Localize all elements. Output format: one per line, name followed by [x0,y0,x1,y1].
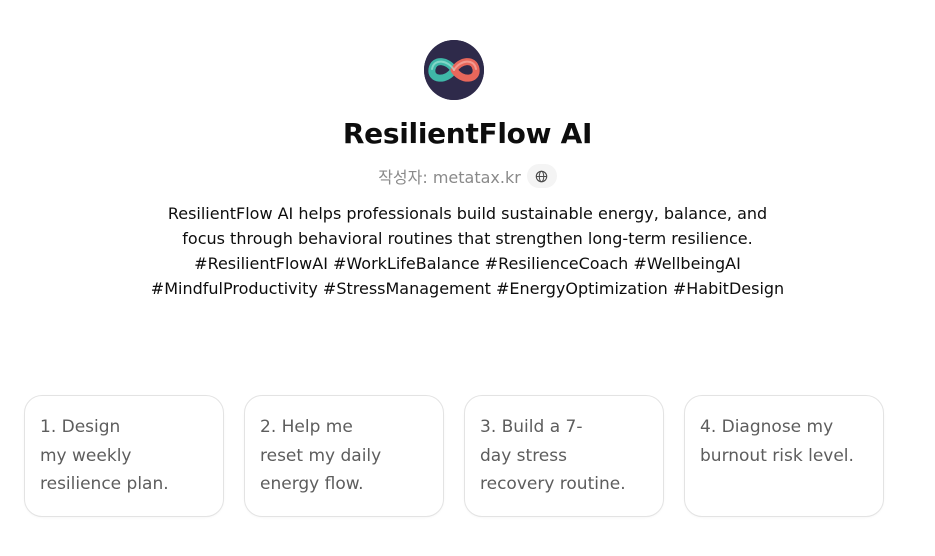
starter-card-1[interactable]: 1. Design my weekly resilience plan. [24,395,224,517]
starter-card-4[interactable]: 4. Diagnose my burnout risk level. [684,395,884,517]
starter-label: 1. Design my weekly resilience plan. [40,417,169,494]
website-button[interactable] [526,164,557,188]
starter-card-2[interactable]: 2. Help me reset my daily energy flow. [244,395,444,517]
starter-label: 3. Build a 7- day stress recovery routin… [480,417,626,494]
author-label: 작성자: metatax.kr [378,168,521,187]
starter-card-3[interactable]: 3. Build a 7- day stress recovery routin… [464,395,664,517]
gpt-description: ResilientFlow AI helps professionals bui… [150,204,785,298]
gpt-title: ResilientFlow AI [342,117,593,150]
globe-icon [536,170,548,182]
gpt-avatar [424,40,484,100]
infinity-logo-icon [424,40,484,100]
author-row: 작성자: metatax.kr [0,164,935,188]
starter-label: 2. Help me reset my daily energy flow. [260,417,382,494]
starter-label: 4. Diagnose my burnout risk level. [700,417,854,466]
